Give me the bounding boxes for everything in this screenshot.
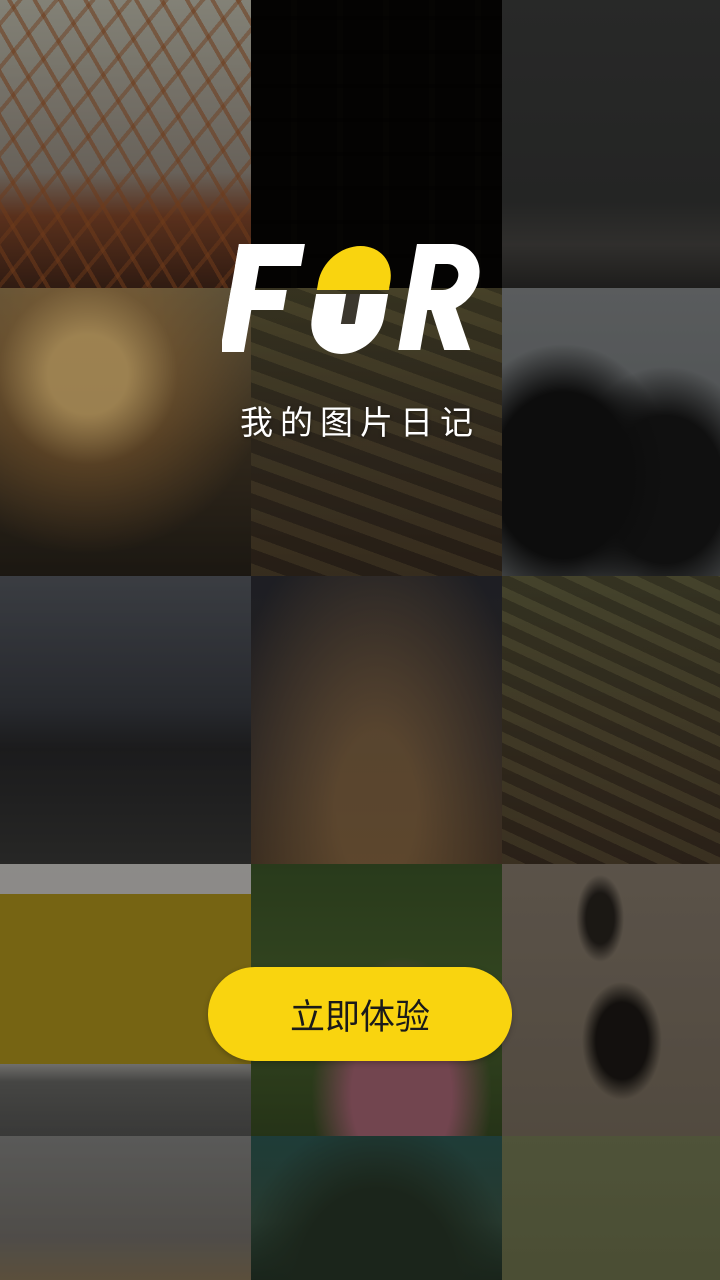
- app-tagline: 我的图片日记: [240, 403, 480, 442]
- forest-lake-photo: [251, 1136, 502, 1280]
- coastal-cliff-photo: [0, 1136, 251, 1280]
- mossy-log-closeup-photo: [502, 576, 720, 864]
- foggy-pier-photo: [502, 0, 720, 288]
- photo-grid-background: [0, 0, 720, 1280]
- foggy-railway-photo: [251, 576, 502, 864]
- car-woman-photo: [0, 576, 251, 864]
- start-button[interactable]: 立即体验: [208, 967, 512, 1061]
- bridge-arch-photo: [0, 0, 251, 288]
- app-logo: [222, 244, 480, 354]
- footprints-sand-photo: [502, 864, 720, 1136]
- olive-blank-photo: [502, 1136, 720, 1280]
